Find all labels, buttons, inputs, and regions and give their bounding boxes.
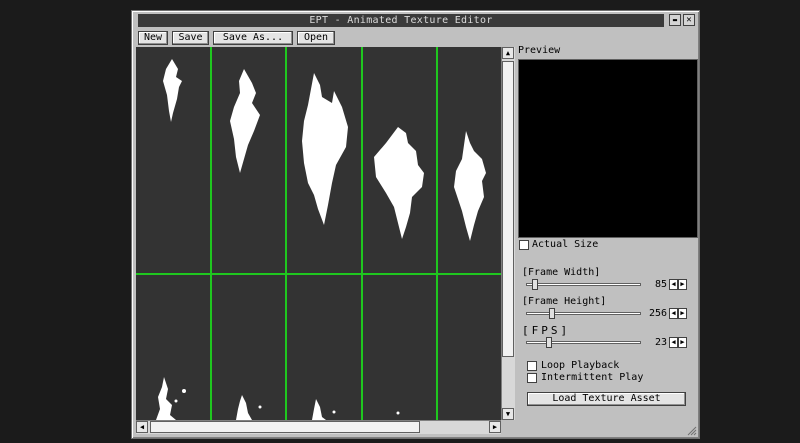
intermittent-play-checkbox[interactable]: [527, 373, 537, 383]
texture-canvas[interactable]: [136, 47, 501, 420]
scroll-up-button[interactable]: ▲: [502, 47, 514, 59]
grid-line-vertical: [285, 47, 287, 420]
scroll-right-button[interactable]: ▶: [489, 421, 501, 433]
arrow-down-icon: ▼: [505, 409, 511, 418]
window-title: EPT - Animated Texture Editor: [138, 14, 664, 27]
slider-label: [Frame Width]: [522, 267, 601, 278]
slider-label: [Frame Height]: [522, 296, 607, 307]
arrow-left-icon: ◀: [139, 422, 145, 431]
minimize-icon: ▬: [672, 15, 678, 24]
load-texture-asset-button[interactable]: Load Texture Asset: [527, 392, 686, 406]
save-button[interactable]: Save: [172, 31, 209, 45]
arrow-right-icon: ▶: [492, 422, 498, 431]
flame-frame-2: [230, 69, 260, 173]
preview-panel: [518, 59, 698, 238]
flame-frame-1: [163, 59, 182, 122]
open-button[interactable]: Open: [297, 31, 335, 45]
close-icon: ✕: [686, 14, 692, 25]
slider-track[interactable]: [526, 283, 641, 286]
decrement-button[interactable]: ◀: [669, 308, 678, 319]
loop-playback-label: Loop Playback: [541, 360, 620, 371]
grid-line-vertical: [436, 47, 438, 420]
resize-grip-icon[interactable]: [687, 426, 697, 436]
horizontal-scroll-thumb[interactable]: [150, 421, 420, 433]
increment-button[interactable]: ▶: [678, 308, 687, 319]
flame-frame-8: [312, 399, 326, 420]
flame-frame-3: [302, 73, 348, 225]
intermittent-play-label: Intermittent Play: [541, 372, 644, 383]
slider-track[interactable]: [526, 312, 641, 315]
scroll-down-button[interactable]: ▼: [502, 408, 514, 420]
slider-label: [FPS]: [522, 324, 571, 337]
flame-frame-5: [454, 131, 486, 241]
decrement-button[interactable]: ◀: [669, 279, 678, 290]
vertical-scrollbar[interactable]: ▲ ▼: [501, 47, 515, 420]
slider-value: 256: [648, 308, 667, 319]
minimize-button[interactable]: ▬: [669, 14, 681, 26]
grid-line-vertical: [210, 47, 212, 420]
increment-button[interactable]: ▶: [678, 279, 687, 290]
loop-playback-checkbox[interactable]: [527, 361, 537, 371]
decrement-button[interactable]: ◀: [669, 337, 678, 348]
flame-frame-6: [156, 377, 176, 420]
editor-window: EPT - Animated Texture Editor ▬ ✕ New Sa…: [131, 10, 700, 439]
save-as-button[interactable]: Save As...: [213, 31, 293, 45]
new-button[interactable]: New: [138, 31, 168, 45]
slider-value: 23: [654, 337, 667, 348]
grid-line-horizontal: [136, 273, 501, 275]
flame-frames: [156, 59, 486, 420]
flame-frame-4: [374, 127, 424, 239]
vertical-scroll-thumb[interactable]: [502, 61, 514, 357]
grid-line-vertical: [361, 47, 363, 420]
actual-size-checkbox[interactable]: [519, 240, 529, 250]
arrow-up-icon: ▲: [505, 48, 511, 57]
flame-frame-7: [236, 395, 252, 420]
horizontal-scrollbar[interactable]: ◀ ▶: [136, 420, 501, 434]
slider-track[interactable]: [526, 341, 641, 344]
close-button[interactable]: ✕: [683, 14, 695, 26]
actual-size-label: Actual Size: [532, 239, 599, 250]
slider-handle[interactable]: [531, 279, 538, 290]
slider-handle[interactable]: [545, 337, 552, 348]
preview-label: Preview: [518, 45, 561, 56]
increment-button[interactable]: ▶: [678, 337, 687, 348]
slider-value: 85: [654, 279, 667, 290]
slider-handle[interactable]: [549, 308, 555, 319]
scroll-left-button[interactable]: ◀: [136, 421, 148, 433]
